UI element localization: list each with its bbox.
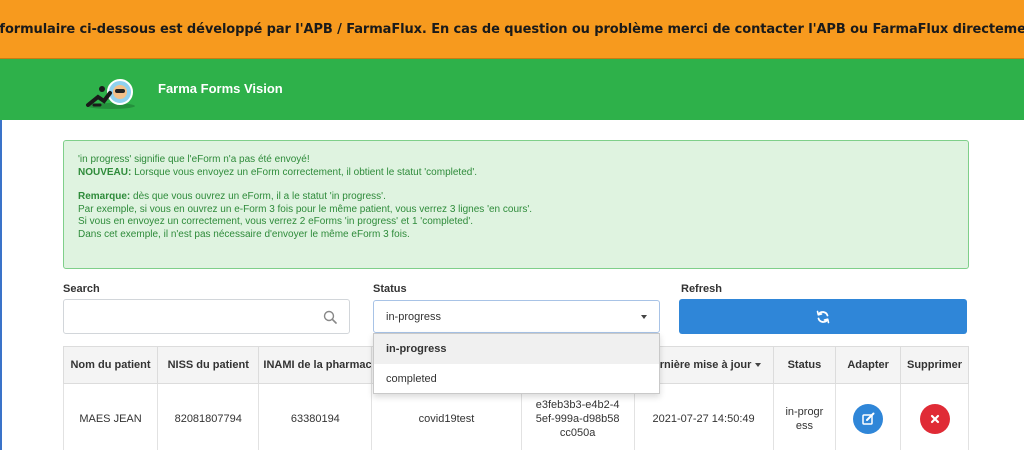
- alert-line: Dans cet exemple, il n'est pas nécessair…: [78, 228, 410, 240]
- alert-line: 'in progress' signifie que l'eForm n'a p…: [78, 154, 310, 165]
- search-icon[interactable]: [323, 310, 337, 324]
- close-icon: [930, 414, 939, 423]
- cell-patient-niss: 82081807794: [157, 383, 260, 450]
- edit-icon: [861, 412, 875, 425]
- status-label: Status: [373, 283, 407, 295]
- col-delete: Supprimer: [900, 346, 969, 384]
- status-dropdown-menu: in-progress completed: [373, 333, 660, 394]
- refresh-icon: [816, 310, 830, 323]
- cell-delete: [900, 383, 969, 450]
- alert-line: NOUVEAU: Lorsque vous envoyez un eForm c…: [78, 167, 954, 180]
- alert-line: Par exemple, si vous en ouvrez un e-Form…: [78, 203, 533, 215]
- cell-patient-name: MAES JEAN: [62, 383, 159, 450]
- col-status[interactable]: Status: [772, 346, 837, 384]
- alert-line: Si vous en envoyez un correctement, vous…: [78, 216, 474, 227]
- status-option-completed[interactable]: completed: [374, 364, 659, 394]
- delete-button[interactable]: [919, 403, 950, 434]
- refresh-label: Refresh: [681, 283, 722, 295]
- col-inami[interactable]: INAMI de la pharmacie: [258, 346, 373, 384]
- alert-new-label: NOUVEAU:: [78, 166, 132, 178]
- sort-desc-icon: [755, 363, 762, 368]
- status-select[interactable]: in-progress: [373, 300, 660, 333]
- alert-line: Remarque: dès que vous ouvrez un eForm, …: [78, 191, 954, 204]
- navbar: [0, 59, 1024, 120]
- alert-note-label: Remarque:: [78, 191, 131, 202]
- search-label: Search: [63, 283, 100, 295]
- alert-new-text: Lorsque vous envoyez un eForm correcteme…: [131, 166, 478, 178]
- status-option-in-progress[interactable]: in-progress: [374, 334, 659, 364]
- banner-text: Le formulaire ci-dessous est développé p…: [0, 21, 1024, 37]
- chevron-down-icon: [641, 315, 647, 319]
- cell-status: in-progress: [772, 383, 837, 450]
- cell-inami: 63380194: [258, 383, 373, 450]
- cell-adapt: [835, 383, 902, 450]
- alert-note-text: dès que vous ouvrez un eForm, il a le st…: [130, 191, 386, 202]
- farma-forms-logo[interactable]: [80, 75, 142, 111]
- info-alert: 'in progress' signifie que l'eForm n'a p…: [63, 140, 969, 269]
- adapt-button[interactable]: [853, 403, 884, 434]
- col-patient-name[interactable]: Nom du patient: [62, 346, 159, 384]
- brand-title[interactable]: Farma Forms Vision: [158, 81, 283, 96]
- page: Le formulaire ci-dessous est développé p…: [0, 0, 1024, 450]
- info-banner: Le formulaire ci-dessous est développé p…: [0, 0, 1024, 59]
- refresh-button[interactable]: [679, 299, 967, 334]
- search-field[interactable]: [63, 299, 350, 334]
- search-input[interactable]: [64, 300, 304, 333]
- col-patient-niss[interactable]: NISS du patient: [157, 346, 260, 384]
- col-last-update-label: Dernière mise à jour: [645, 359, 752, 371]
- status-selected-value: in-progress: [386, 311, 442, 323]
- col-adapt: Adapter: [835, 346, 902, 384]
